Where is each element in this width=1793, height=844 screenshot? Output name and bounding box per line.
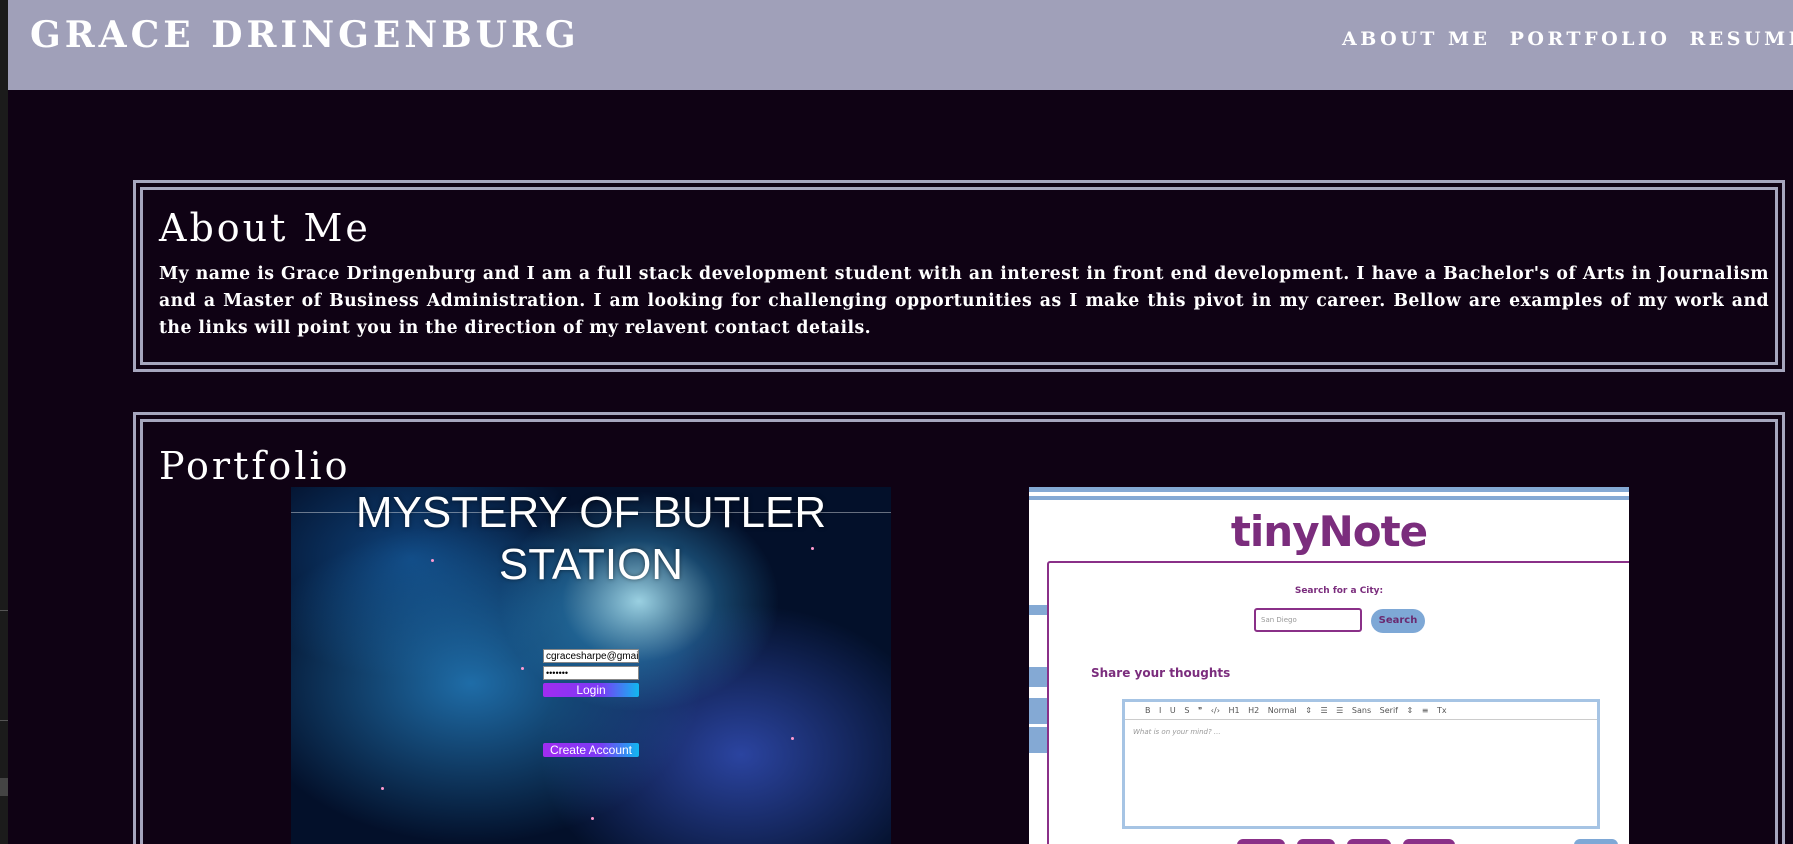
- star: [521, 667, 524, 670]
- site-header: GRACE DRINGENBURG ABOUT ME PORTFOLIO RES…: [8, 0, 1793, 90]
- nav-link-portfolio[interactable]: PORTFOLIO: [1510, 28, 1671, 50]
- about-heading: About Me: [159, 206, 371, 250]
- site-title[interactable]: GRACE DRINGENBURG: [30, 14, 580, 56]
- about-text: My name is Grace Dringenburg and I am a …: [159, 264, 1769, 338]
- share-thoughts-heading: Share your thoughts: [1091, 666, 1231, 680]
- edge-divider: [0, 610, 8, 611]
- create-account-button: Create Account: [543, 743, 639, 757]
- edge-handle: [0, 778, 8, 796]
- city-search-input: San Diego: [1254, 608, 1362, 632]
- password-field: •••••••: [543, 666, 639, 680]
- note-chip: [1237, 839, 1285, 844]
- project-thumbnail-tinynote[interactable]: tinyNote Search for a City: San Diego Se…: [1029, 487, 1629, 844]
- login-button: Login: [543, 683, 639, 697]
- project-title-line2: STATION: [498, 540, 684, 589]
- top-rule: [1029, 487, 1629, 492]
- rich-text-editor: B I U S ❞ ‹/› H1 H2 Normal ⇕ ☰ ☰ Sans Se…: [1122, 699, 1600, 829]
- star: [791, 737, 794, 740]
- star: [381, 787, 384, 790]
- note-chip: [1297, 839, 1335, 844]
- side-tab: [1029, 727, 1047, 753]
- side-tab: [1029, 605, 1047, 615]
- window-edge: [0, 0, 8, 844]
- note-chip: [1403, 839, 1455, 844]
- top-rule: [1029, 496, 1629, 500]
- portfolio-heading: Portfolio: [159, 444, 351, 488]
- city-search-label: Search for a City:: [1294, 586, 1384, 596]
- editor-toolbar: B I U S ❞ ‹/› H1 H2 Normal ⇕ ☰ ☰ Sans Se…: [1125, 702, 1597, 720]
- star: [591, 817, 594, 820]
- search-button: Search: [1371, 609, 1425, 633]
- main-nav: ABOUT ME PORTFOLIO RESUME CO: [1342, 28, 1793, 50]
- note-chip: [1347, 839, 1391, 844]
- about-section: About Me My name is Grace Dringenburg an…: [133, 180, 1785, 372]
- editor-placeholder: What is on your mind? ...: [1133, 728, 1221, 736]
- nav-link-resume[interactable]: RESUME: [1690, 28, 1793, 50]
- project-title-line1: MYSTERY OF BUTLER: [355, 488, 827, 537]
- project-thumbnail-butler-station[interactable]: MYSTERY OF BUTLER STATION cgracesharpe@g…: [291, 487, 891, 844]
- nav-link-about-me[interactable]: ABOUT ME: [1342, 28, 1491, 50]
- about-inner-border: About Me My name is Grace Dringenburg an…: [140, 187, 1778, 365]
- project-title: MYSTERY OF BUTLER STATION: [291, 487, 891, 591]
- note-chip: [1574, 839, 1618, 844]
- email-field: cgracesharpe@gmail.co: [543, 649, 639, 663]
- side-tab: [1029, 698, 1047, 724]
- side-tab: [1029, 667, 1047, 687]
- edge-divider: [0, 720, 8, 721]
- tinynote-logo: tinyNote: [1230, 507, 1428, 556]
